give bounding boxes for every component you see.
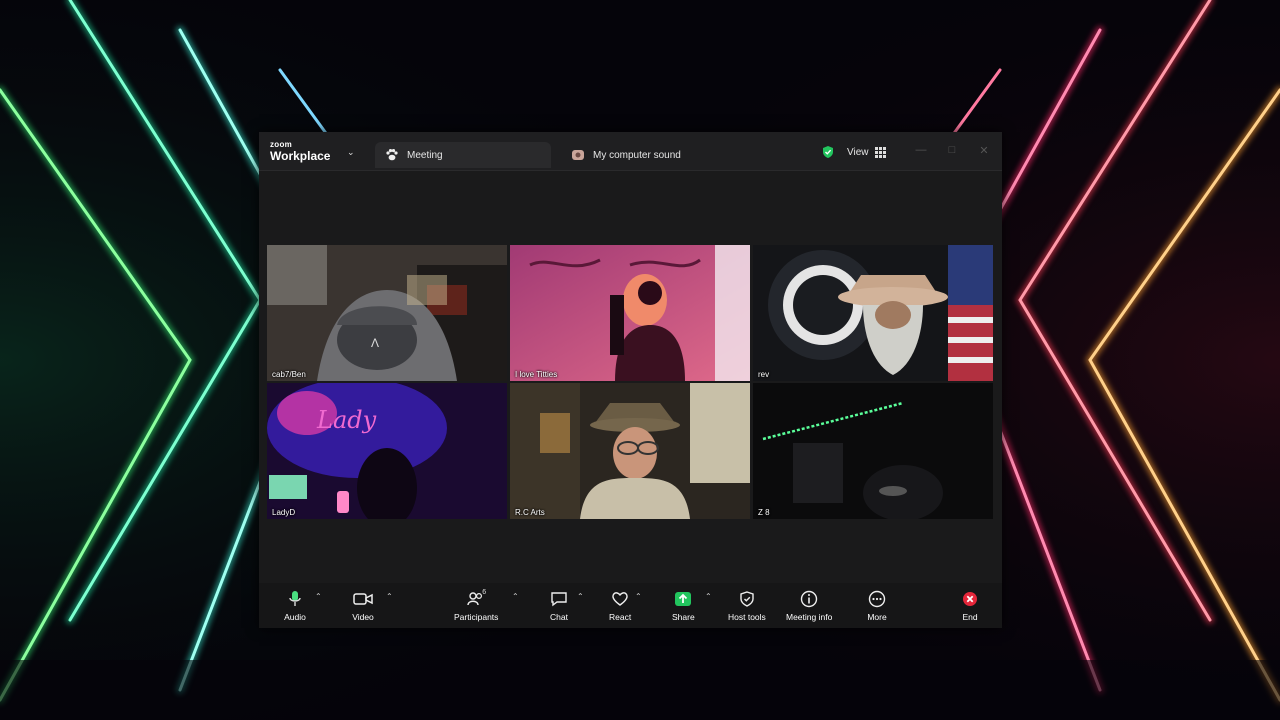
participants-button[interactable]: 6 Participants: [454, 589, 498, 625]
camera-icon: [352, 589, 374, 609]
minimize-icon[interactable]: —: [914, 144, 928, 156]
end-button[interactable]: End: [959, 589, 981, 625]
tab-computer-sound-label: My computer sound: [593, 149, 681, 161]
share-arrow-icon: [672, 589, 694, 609]
video-tile[interactable]: Ʌ cab7/Ben: [267, 245, 507, 381]
video-feed: [510, 383, 750, 519]
react-options-caret-icon[interactable]: ⌃: [635, 592, 642, 601]
video-gallery: Ʌ cab7/Ben I love Titties rev Lady LadyD…: [267, 245, 995, 519]
video-button[interactable]: Video: [352, 589, 374, 625]
heart-icon: [609, 589, 631, 609]
brand-small-text: zoom: [270, 140, 293, 149]
info-icon: [798, 589, 820, 609]
video-options-caret-icon[interactable]: ⌃: [386, 592, 393, 601]
chat-icon: [548, 589, 570, 609]
video-feed: [510, 245, 750, 381]
participant-count: 6: [482, 589, 487, 596]
svg-text:Lady: Lady: [316, 406, 377, 434]
ellipsis-icon: [866, 589, 888, 609]
video-label: Video: [352, 612, 374, 622]
participants-options-caret-icon[interactable]: ⌃: [512, 592, 519, 601]
video-tile-active-speaker[interactable]: Lady LadyD: [267, 383, 507, 519]
audio-button[interactable]: Audio: [284, 589, 306, 625]
participants-label: Participants: [454, 612, 499, 622]
meeting-info-button[interactable]: Meeting info: [786, 589, 832, 625]
video-feed: Lady: [267, 383, 507, 519]
video-feed: [753, 245, 993, 381]
meeting-toolbar: Audio ⌃ Video ⌃ 6 Participants ⌃ Chat ⌃ …: [259, 583, 1002, 628]
chevron-down-icon[interactable]: ⌄: [347, 147, 355, 158]
chat-button[interactable]: Chat: [548, 589, 570, 625]
host-tools-button[interactable]: Host tools: [728, 589, 766, 625]
view-label: View: [847, 146, 869, 158]
microphone-icon: [284, 589, 306, 609]
participant-name: I love Titties: [515, 370, 558, 379]
video-feed: Ʌ: [267, 245, 507, 381]
share-button[interactable]: Share: [672, 589, 695, 625]
audio-label: Audio: [284, 612, 306, 622]
tab-meeting[interactable]: Meeting: [375, 142, 551, 168]
end-label: End: [962, 612, 978, 622]
svg-text:Ʌ: Ʌ: [371, 336, 379, 350]
video-tile[interactable]: R.C Arts: [510, 383, 750, 519]
grid-icon: [874, 146, 886, 158]
more-label: More: [867, 612, 887, 622]
close-icon[interactable]: ✕: [977, 144, 991, 157]
people-icon: 6: [465, 589, 487, 609]
share-label: Share: [672, 612, 695, 622]
close-circle-icon: [959, 589, 981, 609]
title-bar: zoom Workplace ⌄ Meeting My computer sou…: [259, 132, 1002, 171]
tab-meeting-label: Meeting: [407, 149, 443, 161]
video-tile[interactable]: I love Titties: [510, 245, 750, 381]
participant-name: LadyD: [272, 508, 296, 517]
react-label: React: [609, 612, 632, 622]
audio-options-caret-icon[interactable]: ⌃: [315, 592, 322, 601]
view-button[interactable]: View: [847, 143, 886, 161]
chat-label: Chat: [550, 612, 568, 622]
participant-name: rev: [758, 370, 770, 379]
more-button[interactable]: More: [866, 589, 888, 625]
maximize-icon[interactable]: □: [945, 144, 959, 156]
video-tile[interactable]: Z 8: [753, 383, 993, 519]
brand-name-text: Workplace: [270, 149, 331, 163]
video-tile[interactable]: rev: [753, 245, 993, 381]
chat-options-caret-icon[interactable]: ⌃: [577, 592, 584, 601]
zoom-window: zoom Workplace ⌄ Meeting My computer sou…: [259, 132, 1002, 628]
meeting-info-label: Meeting info: [786, 612, 833, 622]
tab-computer-sound[interactable]: My computer sound: [561, 142, 721, 168]
participant-name: R.C Arts: [515, 508, 545, 517]
shield-icon: [736, 589, 758, 609]
participant-name: Z 8: [758, 508, 770, 517]
video-feed: [753, 383, 993, 519]
react-button[interactable]: React: [609, 589, 631, 625]
shield-check-icon[interactable]: [821, 145, 835, 159]
share-options-caret-icon[interactable]: ⌃: [705, 592, 712, 601]
participant-name: cab7/Ben: [272, 370, 306, 379]
sound-icon: [572, 150, 584, 160]
zoom-workplace-logo[interactable]: zoom Workplace: [270, 140, 331, 163]
host-tools-label: Host tools: [728, 612, 766, 622]
paw-icon: [386, 149, 398, 161]
